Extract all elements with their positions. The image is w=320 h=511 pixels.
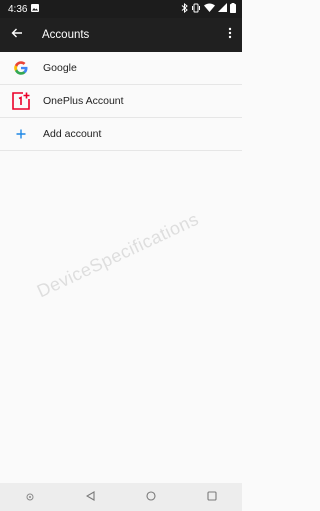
accounts-list: Google OnePlus Account Add account <box>0 52 242 151</box>
page-title: Accounts <box>42 29 90 41</box>
account-label-oneplus: OnePlus Account <box>43 95 124 107</box>
account-label-google: Google <box>43 62 77 74</box>
status-left: 4:36 <box>8 3 40 15</box>
more-vertical-icon <box>228 26 232 44</box>
navigation-bar <box>0 483 242 511</box>
wifi-icon <box>204 3 215 15</box>
app-bar: Accounts <box>0 18 242 52</box>
add-account-label: Add account <box>43 128 102 140</box>
battery-icon <box>230 2 236 16</box>
vibrate-icon <box>191 3 201 16</box>
status-bar: 4:36 <box>0 0 242 18</box>
nav-recents-button[interactable] <box>197 483 227 511</box>
arrow-back-icon <box>11 26 23 44</box>
overflow-menu-button[interactable] <box>218 18 242 52</box>
status-time: 4:36 <box>8 3 28 15</box>
signal-icon <box>218 3 227 15</box>
google-icon <box>0 52 42 85</box>
add-account-button[interactable]: Add account <box>0 118 242 151</box>
account-item-google[interactable]: Google <box>0 52 242 85</box>
status-right <box>181 2 236 16</box>
assistant-button[interactable] <box>15 483 45 511</box>
back-button[interactable] <box>0 18 34 52</box>
account-item-oneplus[interactable]: OnePlus Account <box>0 85 242 118</box>
recents-square-icon <box>207 488 217 506</box>
back-triangle-icon <box>86 488 95 506</box>
bluetooth-icon <box>181 2 188 16</box>
home-circle-icon <box>146 488 156 506</box>
nav-back-button[interactable] <box>76 483 106 511</box>
nav-home-button[interactable] <box>136 483 166 511</box>
watermark: DeviceSpecifications <box>33 208 202 302</box>
assistant-dot-icon <box>26 488 34 506</box>
image-notification-icon <box>31 3 40 15</box>
oneplus-icon <box>0 85 42 118</box>
plus-icon <box>0 118 42 151</box>
